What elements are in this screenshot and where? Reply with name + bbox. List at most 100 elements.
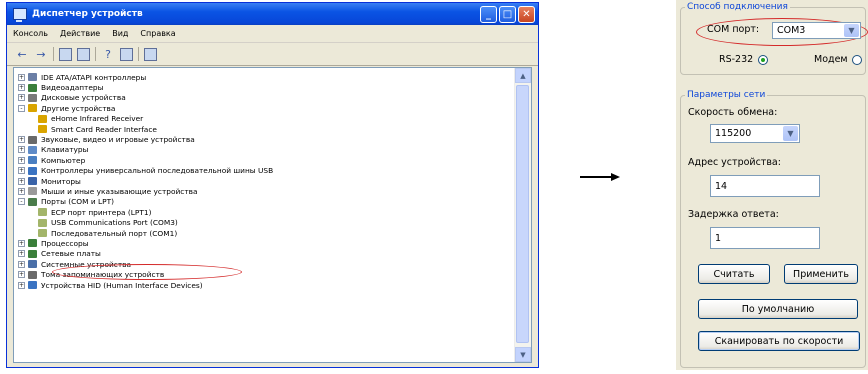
tree-category-item[interactable]: + Мониторы bbox=[18, 176, 513, 186]
expand-icon[interactable]: + bbox=[18, 187, 25, 195]
apply-button[interactable]: Применить bbox=[784, 264, 858, 284]
address-label: Адрес устройства: bbox=[688, 157, 781, 168]
tree-category-item[interactable]: + Дисковые устройства bbox=[18, 93, 513, 103]
device-icon bbox=[38, 208, 47, 217]
menu-console[interactable]: Консоль bbox=[13, 29, 48, 38]
device-icon bbox=[38, 218, 47, 227]
device-icon bbox=[38, 114, 47, 123]
scan-speed-button[interactable]: Сканировать по скорости bbox=[698, 331, 860, 351]
tree-child-item[interactable]: Последовательный порт (COM1) bbox=[18, 228, 513, 238]
device-icon bbox=[28, 239, 37, 248]
com-port-label: COM порт: bbox=[707, 24, 760, 35]
default-button[interactable]: По умолчанию bbox=[698, 299, 858, 319]
tree-child-item[interactable]: USB Communications Port (COM3) bbox=[18, 217, 513, 227]
device-tree: + IDE ATA/ATAPI контроллеры + Видеоадаптеры… bbox=[13, 67, 532, 363]
scroll-up-icon[interactable]: ▲ bbox=[515, 68, 531, 83]
toolbar-separator bbox=[95, 47, 96, 61]
tree-item-label: Контроллеры универсальной последовательн… bbox=[41, 166, 274, 176]
tree-category-item[interactable]: + Звуковые, видео и игровые устройства bbox=[18, 134, 513, 144]
device-icon bbox=[28, 166, 37, 175]
expand-icon[interactable]: + bbox=[18, 250, 25, 258]
tree-category-item[interactable]: + Сетевые платы bbox=[18, 249, 513, 259]
menu-help[interactable]: Справка bbox=[140, 29, 175, 38]
tree-item-label: IDE ATA/ATAPI контроллеры bbox=[41, 72, 147, 82]
tree-category-item[interactable]: + Мыши и иные указывающие устройства bbox=[18, 186, 513, 196]
device-icon bbox=[38, 229, 47, 238]
tree-child-item[interactable]: ECP порт принтера (LPT1) bbox=[18, 207, 513, 217]
tree-category-item[interactable]: - Другие устройства bbox=[18, 103, 513, 113]
speed-select[interactable]: 115200 ▼ bbox=[710, 124, 800, 143]
help-icon[interactable]: ? bbox=[101, 47, 115, 61]
back-icon[interactable]: ← bbox=[15, 47, 29, 61]
tree-category-item[interactable]: + Клавиатуры bbox=[18, 145, 513, 155]
device-icon bbox=[28, 249, 37, 258]
expand-icon[interactable]: + bbox=[18, 146, 25, 154]
device-icon bbox=[28, 177, 37, 186]
properties-icon[interactable] bbox=[59, 47, 72, 61]
menu-view[interactable]: Вид bbox=[112, 29, 128, 38]
minimize-button[interactable]: _ bbox=[480, 6, 497, 23]
expand-icon[interactable]: + bbox=[18, 84, 25, 92]
scroll-down-icon[interactable]: ▼ bbox=[515, 347, 531, 362]
device-icon bbox=[28, 135, 37, 144]
expand-icon[interactable]: + bbox=[18, 260, 25, 268]
chevron-down-icon[interactable]: ▼ bbox=[844, 24, 859, 37]
expand-icon[interactable]: + bbox=[18, 73, 25, 81]
tree-item-label: Другие устройства bbox=[41, 103, 116, 113]
tree-category-item[interactable]: + IDE ATA/ATAPI контроллеры bbox=[18, 72, 513, 82]
tree-item-label: Дисковые устройства bbox=[41, 93, 126, 103]
device-icon bbox=[28, 73, 37, 82]
tree-category-item[interactable]: + Процессоры bbox=[18, 238, 513, 248]
expand-icon[interactable]: + bbox=[18, 271, 25, 279]
collapse-icon[interactable]: - bbox=[18, 104, 25, 112]
maximize-button[interactable]: □ bbox=[499, 6, 516, 23]
expand-icon[interactable]: + bbox=[18, 239, 25, 247]
com-port-select[interactable]: COM3 ▼ bbox=[772, 22, 861, 39]
tree-item-label: Smart Card Reader Interface bbox=[51, 124, 157, 134]
expand-icon[interactable]: + bbox=[18, 281, 25, 289]
expand-icon[interactable]: + bbox=[18, 136, 25, 144]
scroll-thumb[interactable] bbox=[516, 85, 529, 343]
modem-radio[interactable] bbox=[852, 55, 862, 65]
speed-label: Скорость обмена: bbox=[688, 107, 778, 118]
tree-child-item[interactable]: Smart Card Reader Interface bbox=[18, 124, 513, 134]
device-icon bbox=[28, 270, 37, 279]
device-icon bbox=[28, 145, 37, 154]
tree-category-item[interactable]: + Устройства HID (Human Interface Devices… bbox=[18, 280, 513, 290]
menu-action[interactable]: Действие bbox=[60, 29, 100, 38]
tree-category-item[interactable]: + Видеоадаптеры bbox=[18, 82, 513, 92]
toolbar: ← → ? bbox=[7, 43, 538, 66]
address-input[interactable]: 14 bbox=[710, 175, 820, 197]
expand-icon[interactable]: + bbox=[18, 94, 25, 102]
device-icon bbox=[28, 197, 37, 206]
tree-item-label: Сетевые платы bbox=[41, 249, 101, 259]
toolbar-separator bbox=[53, 47, 54, 61]
expand-icon[interactable]: + bbox=[18, 156, 25, 164]
tree-category-item[interactable]: + Компьютер bbox=[18, 155, 513, 165]
delay-input[interactable]: 1 bbox=[710, 227, 820, 249]
read-button[interactable]: Считать bbox=[698, 264, 770, 284]
print-icon[interactable] bbox=[77, 47, 90, 61]
expand-icon[interactable]: + bbox=[18, 167, 25, 175]
title-bar[interactable]: Диспетчер устройств _ □ ✕ bbox=[7, 3, 538, 25]
tree-item-label: Порты (COM и LPT) bbox=[41, 197, 114, 207]
rs232-radio[interactable] bbox=[758, 55, 768, 65]
tree-item-label: Компьютер bbox=[41, 155, 86, 165]
arrow-right-icon bbox=[580, 173, 620, 181]
device-icon bbox=[28, 187, 37, 196]
close-button[interactable]: ✕ bbox=[518, 6, 535, 23]
tree-child-item[interactable]: eHome Infrared Receiver bbox=[18, 114, 513, 124]
device-icon bbox=[28, 281, 37, 289]
chevron-down-icon[interactable]: ▼ bbox=[783, 126, 798, 141]
forward-icon[interactable]: → bbox=[34, 47, 48, 61]
device-icon bbox=[28, 260, 37, 269]
tree-category-item[interactable]: - Порты (COM и LPT) bbox=[18, 197, 513, 207]
expand-icon[interactable]: + bbox=[18, 177, 25, 185]
view-icon[interactable] bbox=[120, 47, 133, 61]
device-icon bbox=[28, 93, 37, 102]
vertical-scrollbar[interactable]: ▲ ▼ bbox=[514, 68, 531, 362]
speed-value: 115200 bbox=[715, 128, 752, 139]
tree-category-item[interactable]: + Контроллеры универсальной последователь… bbox=[18, 166, 513, 176]
collapse-icon[interactable]: - bbox=[18, 198, 25, 206]
scan-hardware-icon[interactable] bbox=[144, 47, 157, 61]
